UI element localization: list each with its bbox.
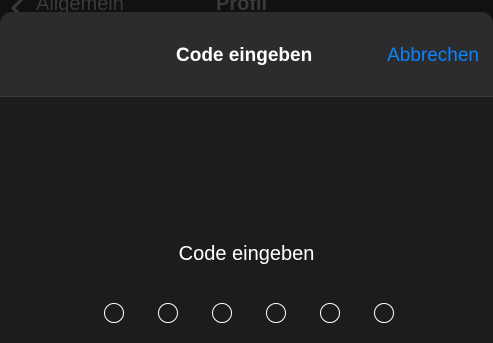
passcode-dot [319, 303, 340, 323]
screen: Allgemein Profil Code eingeben Abbrechen… [0, 0, 493, 343]
sheet-title: Code eingeben [176, 45, 313, 66]
passcode-dot [157, 303, 178, 323]
passcode-prompt: Code eingeben [178, 243, 315, 265]
cancel-button[interactable]: Abbrechen [387, 45, 479, 67]
passcode-dot [103, 303, 124, 323]
passcode-sheet: Code eingeben Abbrechen [0, 12, 493, 343]
sheet-header: Code eingeben Abbrechen [0, 12, 493, 97]
passcode-dot [373, 303, 394, 323]
passcode-dots[interactable] [0, 303, 493, 323]
passcode-dot [265, 303, 286, 323]
passcode-dot [211, 303, 232, 323]
